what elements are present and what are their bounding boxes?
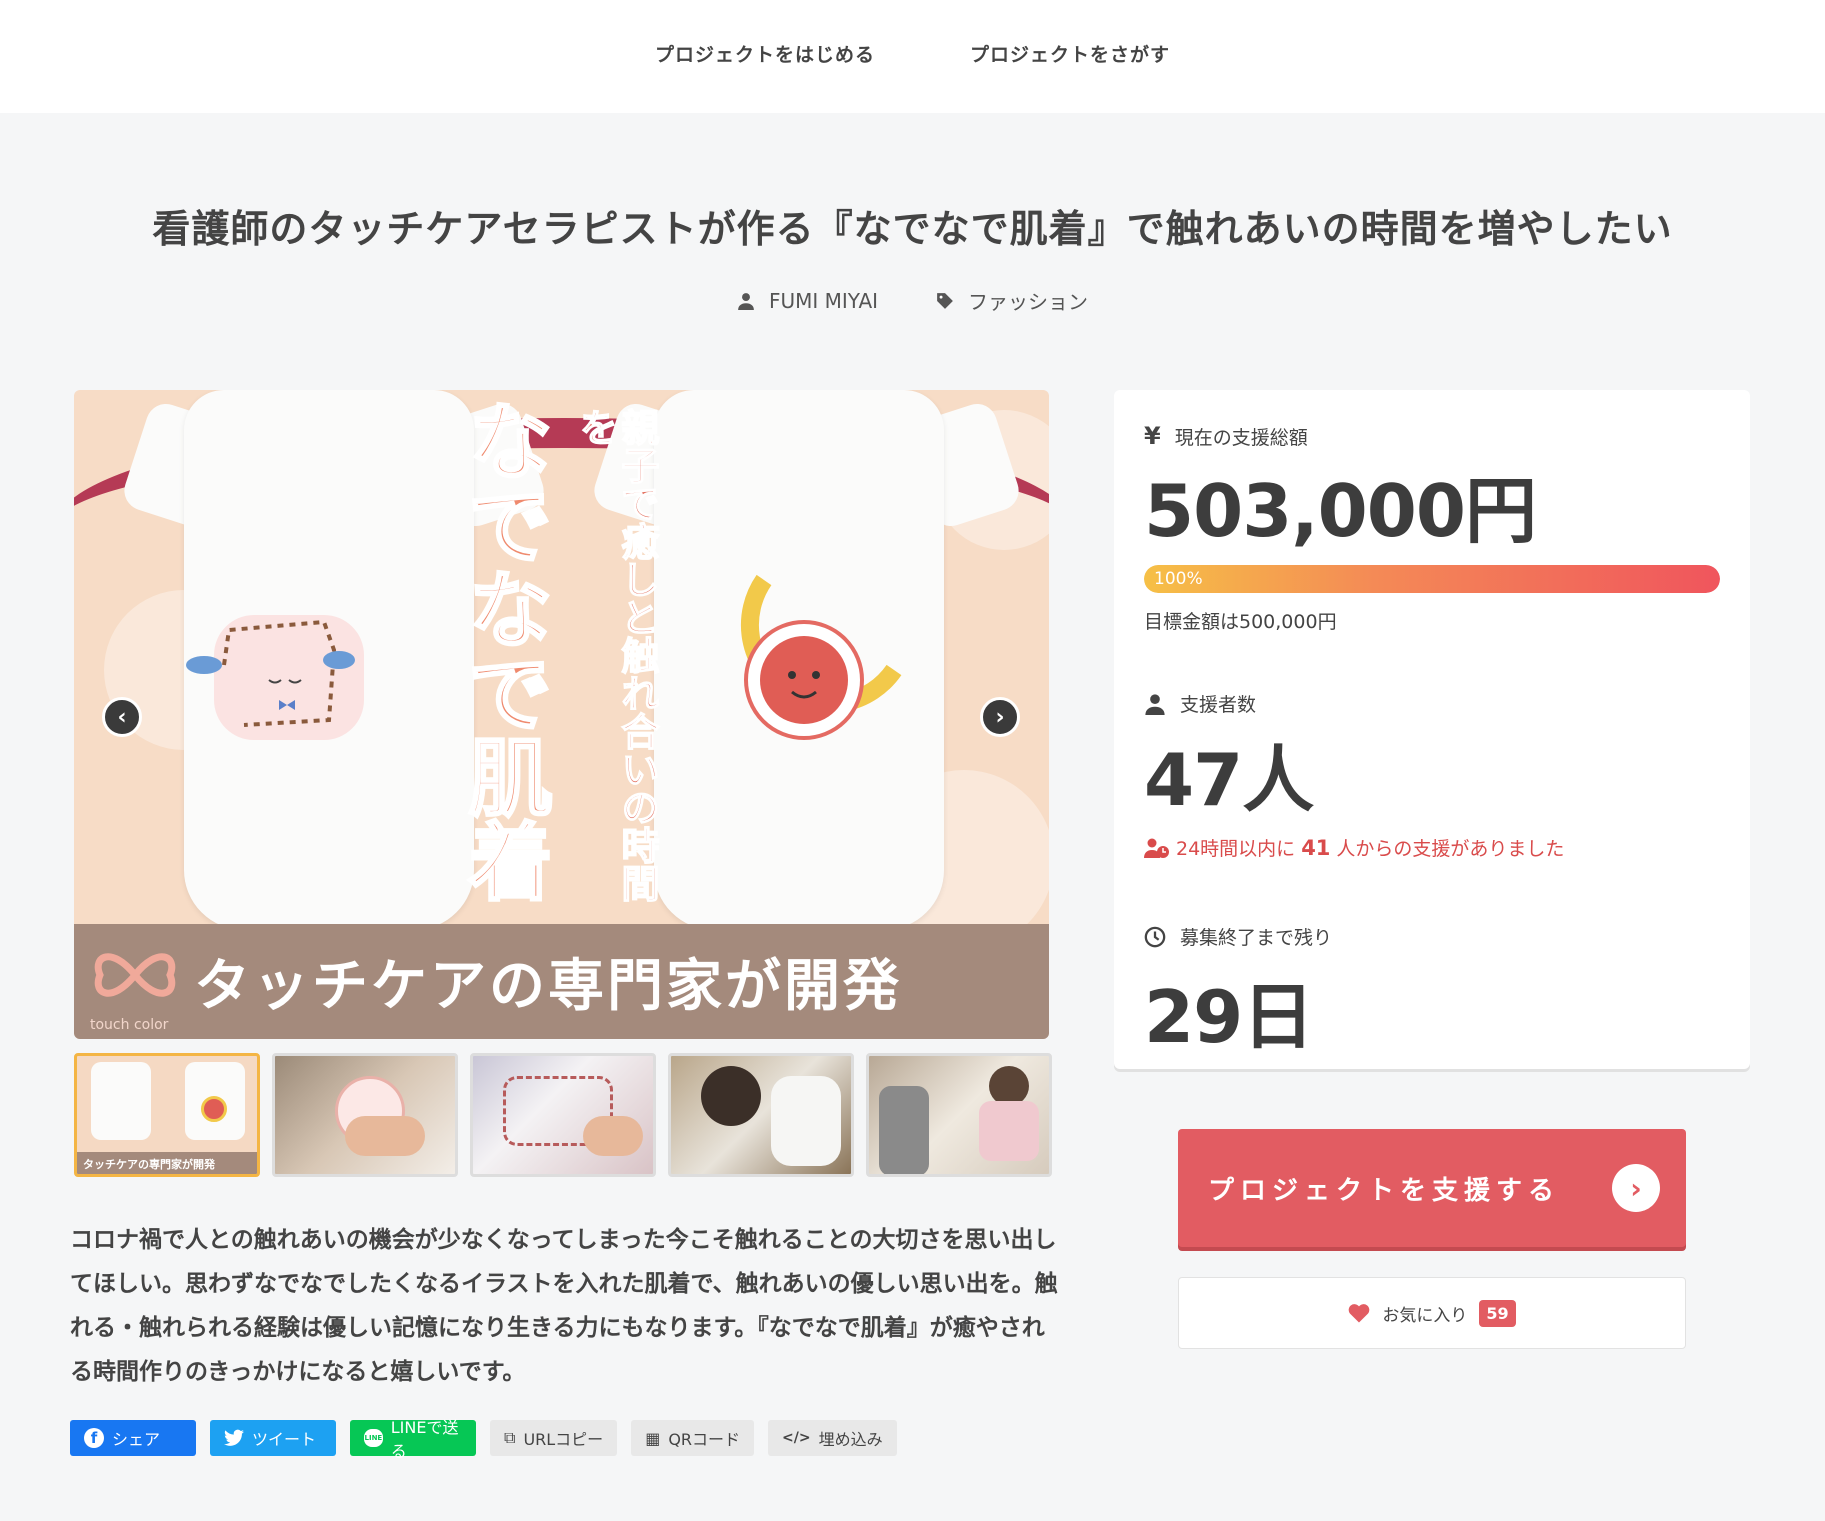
recent-backers-text: 24時間以内に 41 人からの支援がありました (1144, 834, 1720, 861)
url-copy-label: URLコピー (523, 1430, 604, 1449)
facebook-icon: f (84, 1428, 104, 1448)
twitter-bird-icon (224, 1429, 244, 1446)
total-amount-heading: ¥ 現在の支援総額 (1144, 422, 1720, 450)
favorite-count-badge: 59 (1479, 1299, 1516, 1327)
qr-code-icon: ▦ (645, 1428, 661, 1448)
qr-code-button[interactable]: ▦ QRコード (631, 1420, 755, 1456)
embed-button[interactable]: </> 埋め込み (768, 1420, 897, 1456)
remaining-label: 募集終了まで残り (1180, 927, 1333, 949)
category-meta: ファッション (936, 286, 1088, 315)
chevron-left-icon: ‹ (117, 704, 127, 730)
user-icon (738, 292, 754, 310)
page-title: 看護師のタッチケアセラピストが作る『なでなで肌着』で触れあいの時間を増やしたい (152, 207, 1673, 251)
backers-label: 支援者数 (1180, 694, 1257, 716)
thumbnail-1-caption: タッチケアの専門家が開発 (77, 1152, 257, 1174)
recent-suffix: 人からの支援がありました (1336, 838, 1565, 860)
facebook-share-label: シェア (112, 1430, 161, 1449)
thumbnail-strip: タッチケアの専門家が開発 (74, 1053, 1052, 1177)
thumbnail-2[interactable] (272, 1053, 458, 1177)
recent-count: 41 (1301, 835, 1331, 860)
copy-icon: ⧉ (504, 1428, 516, 1447)
line-share-label: LINEで送る (390, 1418, 459, 1461)
tag-icon (937, 292, 953, 309)
clock-icon (1144, 926, 1166, 947)
twitter-share-button[interactable]: ツイート (210, 1420, 336, 1456)
total-amount-value: 503,000円 (1144, 469, 1537, 553)
onesie-right-image (654, 390, 944, 930)
funding-stats-panel: ¥ 現在の支援総額 503,000円 100% 目標金額は500,000円 支援… (1114, 390, 1750, 1069)
remaining-value: 29日 (1144, 975, 1314, 1059)
carousel-prev-button[interactable]: ‹ (102, 697, 142, 737)
author-meta: FUMI MIYAI (737, 286, 878, 315)
line-share-button[interactable]: LINE LINEで送る (350, 1418, 476, 1461)
thumbnail-5[interactable] (866, 1053, 1052, 1177)
facebook-share-button[interactable]: f シェア (70, 1420, 196, 1456)
goal-amount-text: 目標金額は500,000円 (1144, 611, 1337, 633)
remaining-heading: 募集終了まで残り (1144, 923, 1720, 950)
share-buttons: f シェア ツイート LINE LINEで送る ⧉ URLコピー ▦ QRコード… (70, 1418, 897, 1461)
project-meta: FUMI MIYAI ファッション (0, 286, 1825, 315)
thumbnail-4[interactable] (668, 1053, 854, 1177)
qr-code-label: QRコード (668, 1430, 741, 1449)
url-copy-button[interactable]: ⧉ URLコピー (490, 1420, 618, 1456)
hero-banner: タッチケアの専門家が開発 (74, 924, 1049, 1039)
thumbnail-3[interactable] (470, 1053, 656, 1177)
support-project-button[interactable]: プロジェクトを支援する › (1178, 1129, 1686, 1247)
heart-icon (1349, 1304, 1370, 1323)
thumbnail-1[interactable]: タッチケアの専門家が開発 (74, 1053, 260, 1177)
project-description: コロナ禍で人との触れあいの機会が少なくなってしまった今こそ触れることの大切さを思… (70, 1227, 1058, 1385)
nav-find-project-link[interactable]: プロジェクトをさがす (970, 40, 1170, 67)
top-nav: プロジェクトをはじめる プロジェクトをさがす (0, 0, 1825, 113)
touch-color-logo (94, 953, 176, 997)
author-name[interactable]: FUMI MIYAI (769, 289, 878, 313)
funding-progress-fill: 100% (1144, 565, 1720, 593)
hero-vertical-main-text: なでなで肌着 (454, 397, 555, 904)
embed-label: 埋め込み (818, 1430, 883, 1449)
user-clock-icon (1144, 838, 1169, 858)
favorite-label: お気に入り (1382, 1305, 1468, 1326)
onesie-left-image (184, 390, 474, 930)
funding-progress-bar: 100% (1144, 565, 1720, 593)
nav-start-project-link[interactable]: プロジェクトをはじめる (655, 40, 875, 67)
yen-icon: ¥ (1144, 422, 1161, 450)
progress-percent-label: 100% (1154, 569, 1203, 589)
category-name[interactable]: ファッション (968, 286, 1088, 315)
chevron-right-icon: › (995, 704, 1005, 730)
hero-vertical-sub-text: 親子で癒しと触れ合いの時間を (572, 407, 660, 903)
hero-banner-text: タッチケアの専門家が開発 (194, 954, 902, 1019)
chevron-right-circle-icon: › (1612, 1164, 1661, 1212)
hero-carousel[interactable]: なでなで肌着 親子で癒しと触れ合いの時間を タッチケアの専門家が開発 touch… (74, 390, 1049, 1039)
code-icon: </> (782, 1430, 811, 1446)
total-amount-label: 現在の支援総額 (1174, 426, 1308, 449)
line-icon: LINE (364, 1429, 383, 1447)
backers-value: 47人 (1144, 738, 1314, 822)
hero-brand-text: touch color (90, 1017, 169, 1033)
support-project-label: プロジェクトを支援する (1208, 1175, 1561, 1206)
user-icon (1145, 693, 1165, 715)
favorite-button[interactable]: お気に入り 59 (1178, 1277, 1686, 1349)
carousel-next-button[interactable]: › (980, 697, 1020, 737)
backers-heading: 支援者数 (1144, 690, 1720, 717)
recent-prefix: 24時間以内に (1176, 838, 1296, 860)
twitter-share-label: ツイート (252, 1430, 317, 1449)
